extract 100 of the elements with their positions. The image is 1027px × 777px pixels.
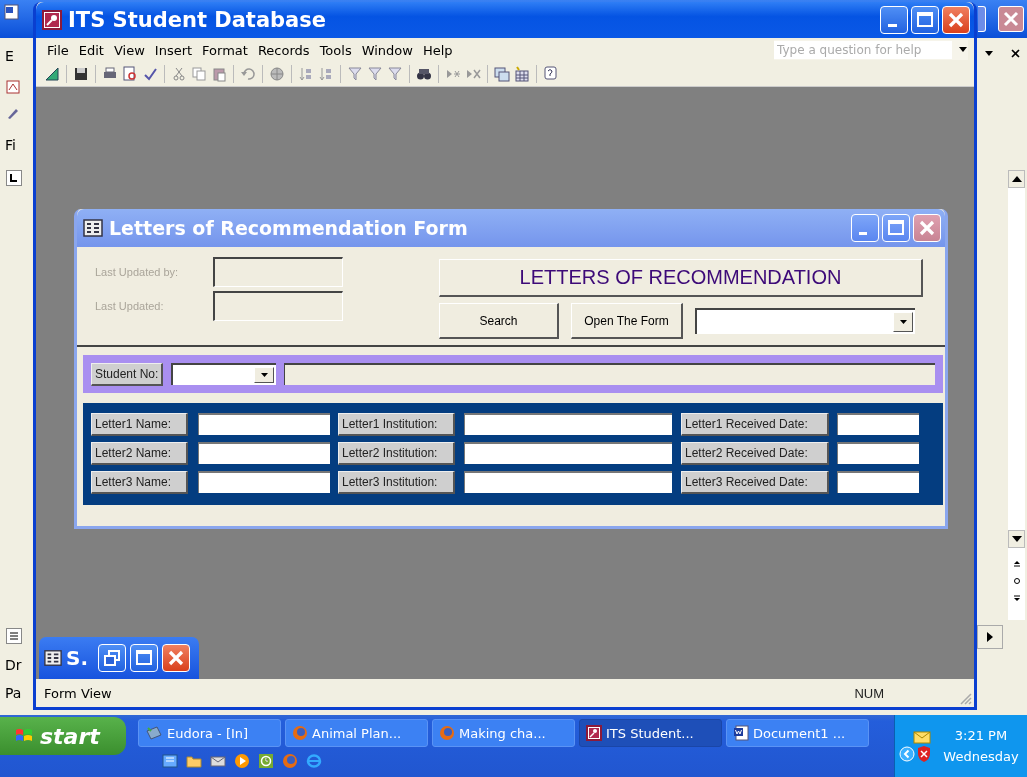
text-field[interactable] — [837, 471, 919, 493]
next-page-icon[interactable] — [1012, 595, 1021, 603]
windows-icon[interactable] — [494, 66, 510, 82]
resize-grip-icon[interactable] — [958, 691, 972, 705]
minimize-button[interactable] — [880, 6, 908, 34]
maximize-button[interactable] — [130, 644, 158, 672]
dropdown-arrow-icon — [260, 373, 268, 377]
menu-item[interactable]: Window — [356, 42, 418, 58]
maximize-button[interactable] — [882, 214, 910, 242]
clock-day: Wednesday — [943, 749, 1019, 764]
text-field[interactable] — [837, 442, 919, 464]
close-icon[interactable] — [1011, 49, 1020, 58]
lines-icon — [9, 631, 19, 641]
spelling-check-icon[interactable] — [142, 66, 158, 82]
tab-stop-button[interactable] — [6, 170, 22, 186]
shield-icon[interactable] — [917, 746, 931, 762]
form-heading: LETTERS OF RECOMMENDATION — [439, 259, 923, 297]
menu-label: Dr — [5, 657, 22, 673]
maximize-button[interactable] — [978, 6, 986, 32]
scissors-icon[interactable] — [171, 66, 187, 82]
close-button[interactable] — [913, 214, 941, 242]
open-form-button[interactable]: Open The Form — [571, 303, 683, 339]
down-arrow-icon — [1010, 535, 1023, 543]
menu-item[interactable]: Tools — [314, 42, 357, 58]
field-label: Letter1 Received Date: — [681, 412, 829, 436]
close-button[interactable] — [162, 644, 190, 672]
menu-item[interactable]: Format — [197, 42, 253, 58]
circle-icon[interactable] — [1012, 577, 1021, 585]
minimize-icon — [888, 24, 897, 27]
chevron-left-icon[interactable] — [899, 746, 915, 762]
clock-icon[interactable] — [258, 753, 274, 769]
taskbar-button[interactable]: Making cha... — [432, 719, 575, 747]
funnel-icon[interactable] — [367, 66, 383, 82]
minimize-icon — [859, 232, 867, 235]
minimized-window[interactable]: S. — [39, 637, 199, 679]
close-button[interactable] — [998, 6, 1024, 32]
menu-label: E — [5, 48, 14, 64]
combo-box[interactable] — [695, 308, 915, 334]
dropdown-arrow-icon — [899, 320, 907, 324]
menu-label: Fi — [5, 137, 16, 153]
text-field[interactable] — [198, 471, 330, 493]
help-search-field[interactable]: Type a question for help — [774, 41, 952, 59]
menu-item[interactable]: File — [42, 42, 74, 58]
browser-icon — [439, 725, 455, 741]
text-field[interactable] — [837, 413, 919, 435]
ruler-icon[interactable] — [44, 66, 60, 82]
envelope-icon[interactable] — [210, 753, 226, 769]
field-label: Letter3 Name: — [91, 470, 188, 494]
tab-stop-icon — [9, 173, 19, 183]
funnel-icon[interactable] — [387, 66, 403, 82]
table-icon[interactable] — [514, 66, 530, 82]
undo-icon[interactable] — [240, 66, 256, 82]
menu-item[interactable]: Help — [417, 42, 458, 58]
text-field[interactable] — [213, 291, 343, 321]
menu-label: Pa — [5, 685, 22, 701]
restore-button[interactable] — [98, 644, 126, 672]
menu-item[interactable]: Insert — [149, 42, 198, 58]
envelope-icon[interactable] — [913, 730, 931, 744]
taskbar-button[interactable]: Animal Plan... — [285, 719, 428, 747]
text-field[interactable] — [198, 442, 330, 464]
field-label: Letter3 Received Date: — [681, 470, 829, 494]
text-field[interactable] — [213, 257, 343, 287]
scroll-right-button[interactable] — [977, 625, 1003, 649]
text-field[interactable] — [464, 471, 672, 493]
form-icon — [44, 649, 62, 667]
text-field[interactable] — [464, 442, 672, 464]
previous-page-icon[interactable] — [1012, 559, 1021, 567]
dropdown-arrow-icon[interactable] — [958, 46, 968, 54]
field-label: Letter1 Institution: — [338, 412, 455, 436]
scrollbar[interactable] — [1008, 170, 1025, 620]
menu-item[interactable]: Records — [252, 42, 315, 58]
minimize-button[interactable] — [851, 214, 879, 242]
funnel-icon[interactable] — [347, 66, 363, 82]
binoculars-icon[interactable] — [416, 66, 432, 82]
text-field[interactable] — [198, 413, 330, 435]
student-combo-box[interactable] — [171, 363, 277, 385]
close-button[interactable] — [942, 6, 970, 34]
num-lock-indicator: NUM — [854, 685, 884, 701]
dropdown-arrow-icon[interactable] — [984, 50, 994, 58]
maximize-button[interactable] — [911, 6, 939, 34]
menu-item[interactable]: View — [108, 42, 150, 58]
field-label: Last Updated by: — [95, 266, 180, 278]
help-icon[interactable] — [543, 66, 559, 82]
pen-icon — [6, 106, 20, 120]
view-button[interactable] — [6, 628, 22, 644]
taskbar-button[interactable]: ITS Student... — [579, 719, 722, 747]
clock-time: 3:21 PM — [954, 728, 1008, 743]
text-field[interactable] — [284, 363, 935, 385]
media-player-icon[interactable] — [234, 753, 250, 769]
window-title: S. — [66, 646, 88, 670]
text-field[interactable] — [464, 413, 672, 435]
page-magnifier-icon[interactable] — [122, 66, 138, 82]
field-label: Letter2 Received Date: — [681, 441, 829, 465]
paste-icon[interactable] — [211, 66, 227, 82]
folder-icon[interactable] — [186, 753, 202, 769]
taskbar-button[interactable]: Eudora - [In] — [138, 719, 281, 747]
search-button[interactable]: Search — [439, 303, 559, 339]
globe-icon[interactable] — [269, 66, 285, 82]
taskbar-button[interactable]: Document1 ... — [726, 719, 869, 747]
menu-item[interactable]: Edit — [73, 42, 109, 58]
